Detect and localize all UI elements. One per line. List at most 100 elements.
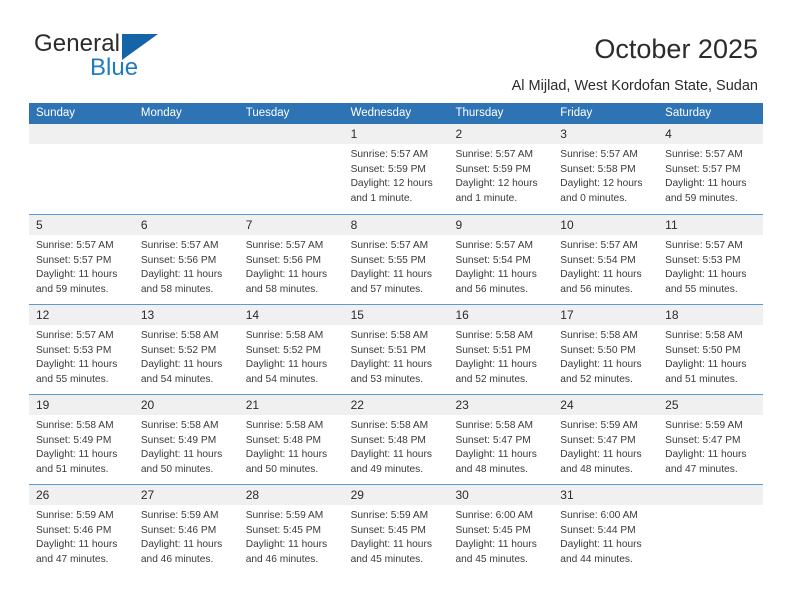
day-sun-info: Sunrise: 5:59 AM Sunset: 5:46 PM Daylight:… xyxy=(134,505,239,567)
calendar-day-cell[interactable]: 1 Sunrise: 5:57 AM Sunset: 5:59 PM Daylight… xyxy=(343,124,449,214)
day-number: 5 xyxy=(29,215,134,235)
sunset-text: Sunset: 5:57 PM xyxy=(36,254,112,266)
calendar-day-cell[interactable]: 18 Sunrise: 5:58 AM Sunset: 5:50 PM Dayligh… xyxy=(658,305,764,394)
calendar-day-cell[interactable]: 11 Sunrise: 5:57 AM Sunset: 5:53 PM Dayligh… xyxy=(658,215,764,304)
daylight-text-line2: and 56 minutes. xyxy=(455,283,528,295)
sunset-text: Sunset: 5:57 PM xyxy=(665,163,741,175)
calendar-day-cell[interactable]: 12 Sunrise: 5:57 AM Sunset: 5:53 PM Dayligh… xyxy=(29,305,134,394)
calendar-day-cell[interactable]: 4 Sunrise: 5:57 AM Sunset: 5:57 PM Daylight… xyxy=(658,124,764,214)
day-number: 22 xyxy=(343,395,449,415)
day-number: 2 xyxy=(448,124,554,144)
sunset-text: Sunset: 5:55 PM xyxy=(350,254,426,266)
calendar-day-cell[interactable]: 20 Sunrise: 5:58 AM Sunset: 5:49 PM Dayligh… xyxy=(133,395,239,484)
sunset-text: Sunset: 5:45 PM xyxy=(350,524,426,536)
daylight-text-line2: and 50 minutes. xyxy=(140,463,214,475)
calendar-grid: Sunday Monday Tuesday Wednesday Thursday… xyxy=(29,103,764,574)
general-blue-logo[interactable]: General Blue xyxy=(34,30,214,86)
calendar-day-cell[interactable]: 29 Sunrise: 5:59 AM Sunset: 5:45 PM Dayligh… xyxy=(343,485,449,574)
calendar-day-cell[interactable]: 13 Sunrise: 5:58 AM Sunset: 5:52 PM Dayligh… xyxy=(133,305,239,394)
daylight-text-line1: Daylight: 11 hours xyxy=(665,178,747,190)
calendar-day-cell[interactable]: 23 Sunrise: 5:58 AM Sunset: 5:47 PM Dayligh… xyxy=(448,395,554,484)
sunrise-text: Sunrise: 5:57 AM xyxy=(665,240,743,251)
daylight-text-line1: Daylight: 11 hours xyxy=(455,359,537,371)
day-of-week-header-row: Sunday Monday Tuesday Wednesday Thursday… xyxy=(29,103,763,124)
calendar-day-cell[interactable]: 22 Sunrise: 5:58 AM Sunset: 5:48 PM Dayligh… xyxy=(343,395,449,484)
daylight-text-line2: and 57 minutes. xyxy=(350,283,424,295)
sunrise-text: Sunrise: 6:00 AM xyxy=(560,510,638,521)
sunset-text: Sunset: 5:47 PM xyxy=(665,434,741,446)
day-sun-info: Sunrise: 5:57 AM Sunset: 5:59 PM Daylight:… xyxy=(448,144,553,206)
day-sun-info: Sunrise: 6:00 AM Sunset: 5:44 PM Daylight:… xyxy=(553,505,658,567)
dow-saturday: Saturday xyxy=(665,107,712,119)
calendar-day-cell[interactable]: 9 Sunrise: 5:57 AM Sunset: 5:54 PM Daylight… xyxy=(448,215,554,304)
day-sun-info: Sunrise: 5:58 AM Sunset: 5:47 PM Daylight:… xyxy=(448,415,553,477)
calendar-day-cell[interactable]: 30 Sunrise: 6:00 AM Sunset: 5:45 PM Dayligh… xyxy=(448,485,554,574)
day-number: 13 xyxy=(133,305,239,325)
daylight-text-line2: and 46 minutes. xyxy=(245,553,319,565)
daylight-text-line1: Daylight: 11 hours xyxy=(350,269,432,281)
sunset-text: Sunset: 5:53 PM xyxy=(665,254,741,266)
dow-wednesday: Wednesday xyxy=(350,107,412,119)
calendar-day-cell[interactable]: 31 Sunrise: 6:00 AM Sunset: 5:44 PM Dayligh… xyxy=(553,485,659,574)
calendar-day-cell[interactable]: 6 Sunrise: 5:57 AM Sunset: 5:56 PM Daylight… xyxy=(133,215,239,304)
calendar-day-cell[interactable]: 16 Sunrise: 5:58 AM Sunset: 5:51 PM Dayligh… xyxy=(448,305,554,394)
sunset-text: Sunset: 5:49 PM xyxy=(140,434,217,446)
sunset-text: Sunset: 5:47 PM xyxy=(455,434,531,446)
daylight-text-line1: Daylight: 11 hours xyxy=(36,539,118,551)
calendar-day-cell[interactable]: 14 Sunrise: 5:58 AM Sunset: 5:52 PM Dayligh… xyxy=(238,305,344,394)
calendar-day-cell[interactable]: 27 Sunrise: 5:59 AM Sunset: 5:46 PM Dayligh… xyxy=(133,485,239,574)
daylight-text-line1: Daylight: 11 hours xyxy=(560,269,642,281)
calendar-day-cell[interactable]: 17 Sunrise: 5:58 AM Sunset: 5:50 PM Dayligh… xyxy=(553,305,659,394)
daylight-text-line1: Daylight: 11 hours xyxy=(36,269,118,281)
sunset-text: Sunset: 5:44 PM xyxy=(560,524,636,536)
calendar-day-cell[interactable]: 26 Sunrise: 5:59 AM Sunset: 5:46 PM Dayligh… xyxy=(29,485,134,574)
sunrise-text: Sunrise: 5:57 AM xyxy=(245,240,324,251)
daylight-text-line2: and 46 minutes. xyxy=(140,553,214,565)
calendar-day-cell[interactable]: 19 Sunrise: 5:58 AM Sunset: 5:49 PM Dayligh… xyxy=(29,395,134,484)
page-header: General Blue October 2025 Al Mijlad, Wes… xyxy=(0,0,792,96)
day-sun-info: Sunrise: 5:57 AM Sunset: 5:53 PM Daylight:… xyxy=(29,325,134,387)
calendar-day-cell[interactable]: 25 Sunrise: 5:59 AM Sunset: 5:47 PM Dayligh… xyxy=(658,395,764,484)
daylight-text-line2: and 0 minutes. xyxy=(560,192,628,204)
logo-text-blue: Blue xyxy=(90,54,139,81)
sunset-text: Sunset: 5:51 PM xyxy=(455,344,531,356)
daylight-text-line2: and 47 minutes. xyxy=(36,553,109,565)
daylight-text-line2: and 45 minutes. xyxy=(350,553,424,565)
daylight-text-line2: and 54 minutes. xyxy=(140,373,214,385)
sunrise-text: Sunrise: 5:58 AM xyxy=(455,330,534,341)
day-sun-info: Sunrise: 5:59 AM Sunset: 5:45 PM Daylight:… xyxy=(344,505,449,567)
day-number xyxy=(238,124,344,144)
day-sun-info: Sunrise: 5:57 AM Sunset: 5:53 PM Daylight:… xyxy=(658,235,763,297)
calendar-day-cell[interactable]: 15 Sunrise: 5:58 AM Sunset: 5:51 PM Dayligh… xyxy=(343,305,449,394)
daylight-text-line1: Daylight: 12 hours xyxy=(455,178,538,190)
calendar-day-cell[interactable]: 8 Sunrise: 5:57 AM Sunset: 5:55 PM Daylight… xyxy=(343,215,449,304)
sunset-text: Sunset: 5:48 PM xyxy=(245,434,322,446)
sunrise-text: Sunrise: 5:59 AM xyxy=(560,420,638,431)
day-number: 20 xyxy=(133,395,239,415)
sunset-text: Sunset: 5:54 PM xyxy=(560,254,636,266)
day-sun-info: Sunrise: 5:58 AM Sunset: 5:48 PM Daylight:… xyxy=(239,415,344,477)
calendar-day-cell[interactable]: 2 Sunrise: 5:57 AM Sunset: 5:59 PM Daylight… xyxy=(448,124,554,214)
calendar-day-cell-empty xyxy=(133,124,239,214)
calendar-day-cell[interactable]: 24 Sunrise: 5:59 AM Sunset: 5:47 PM Dayligh… xyxy=(553,395,659,484)
daylight-text-line1: Daylight: 11 hours xyxy=(665,449,747,461)
daylight-text-line2: and 1 minute. xyxy=(455,192,518,204)
sunrise-text: Sunrise: 5:58 AM xyxy=(560,330,638,341)
daylight-text-line2: and 54 minutes. xyxy=(245,373,319,385)
daylight-text-line1: Daylight: 11 hours xyxy=(245,269,328,281)
sunset-text: Sunset: 5:51 PM xyxy=(350,344,426,356)
day-number xyxy=(29,124,134,144)
calendar-week-row: 19 Sunrise: 5:58 AM Sunset: 5:49 PM Dayligh… xyxy=(29,394,764,484)
sunrise-text: Sunrise: 5:57 AM xyxy=(455,149,534,160)
calendar-day-cell[interactable]: 3 Sunrise: 5:57 AM Sunset: 5:58 PM Daylight… xyxy=(553,124,659,214)
day-sun-info: Sunrise: 6:00 AM Sunset: 5:45 PM Daylight:… xyxy=(448,505,553,567)
calendar-day-cell[interactable]: 5 Sunrise: 5:57 AM Sunset: 5:57 PM Daylight… xyxy=(29,215,134,304)
calendar-day-cell[interactable]: 10 Sunrise: 5:57 AM Sunset: 5:54 PM Dayligh… xyxy=(553,215,659,304)
daylight-text-line2: and 53 minutes. xyxy=(350,373,424,385)
daylight-text-line2: and 55 minutes. xyxy=(36,373,109,385)
sunrise-text: Sunrise: 5:58 AM xyxy=(140,330,219,341)
sunrise-text: Sunrise: 5:58 AM xyxy=(350,420,429,431)
calendar-day-cell[interactable]: 21 Sunrise: 5:58 AM Sunset: 5:48 PM Dayligh… xyxy=(238,395,344,484)
calendar-day-cell[interactable]: 7 Sunrise: 5:57 AM Sunset: 5:56 PM Daylight… xyxy=(238,215,344,304)
calendar-day-cell[interactable]: 28 Sunrise: 5:59 AM Sunset: 5:45 PM Dayligh… xyxy=(238,485,344,574)
